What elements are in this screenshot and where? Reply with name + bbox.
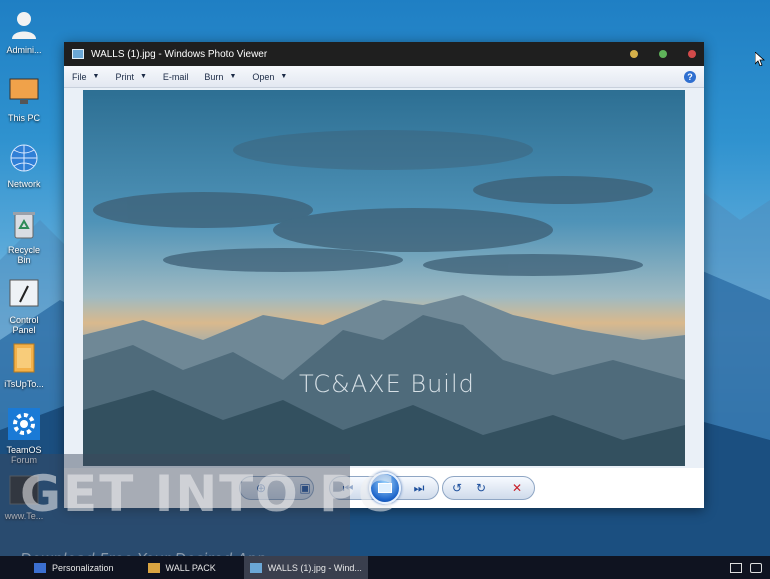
network-tray-icon[interactable] xyxy=(730,562,742,573)
start-button[interactable] xyxy=(0,556,28,579)
photo-viewer-window[interactable]: WALLS (1).jpg - Windows Photo Viewer Fil… xyxy=(64,42,704,508)
menu-email-label: E-mail xyxy=(162,71,189,82)
photo-viewer-icon xyxy=(249,562,262,573)
photo-watermark: TC&AXE Build xyxy=(299,370,475,398)
network-icon xyxy=(10,144,38,172)
folder-icon xyxy=(147,562,160,573)
window-titlebar[interactable]: WALLS (1).jpg - Windows Photo Viewer xyxy=(64,42,704,66)
menu-file[interactable]: File ▼ xyxy=(72,72,99,82)
system-tray xyxy=(730,562,770,573)
displayed-photo: TC&AXE Build xyxy=(83,90,685,466)
desktop-icon-this-pc[interactable]: This PC xyxy=(2,76,46,123)
desktop-icon-itsupto[interactable]: iTsUpTo... xyxy=(2,342,46,389)
rotate-left-icon[interactable]: ↺ xyxy=(448,480,466,496)
next-icon[interactable]: ⏭ xyxy=(410,480,428,496)
close-button[interactable] xyxy=(688,50,696,58)
delete-icon[interactable]: ✕ xyxy=(508,480,526,496)
desktop-icon-recycle-bin[interactable]: Recycle Bin xyxy=(2,208,46,265)
menu-print-label: Print xyxy=(115,71,134,82)
menu-open[interactable]: Open ▼ xyxy=(252,72,287,82)
desktop-icon-label: Recycle Bin xyxy=(7,245,40,265)
menu-burn[interactable]: Burn ▼ xyxy=(204,72,236,82)
rotate-right-icon[interactable]: ↻ xyxy=(472,480,490,496)
volume-icon[interactable] xyxy=(750,562,762,573)
photo-viewer-app-icon xyxy=(72,49,84,59)
chevron-down-icon: ▼ xyxy=(92,73,100,80)
mouse-cursor-icon xyxy=(755,52,765,66)
personalization-icon xyxy=(34,562,46,573)
chevron-down-icon: ▼ xyxy=(139,73,147,80)
taskbar-item-label: WALLS (1).jpg - Wind... xyxy=(267,562,362,573)
taskbar: Personalization WALL PACK WALLS (1).jpg … xyxy=(0,556,770,579)
taskbar-item-photo-viewer[interactable]: WALLS (1).jpg - Wind... xyxy=(243,556,368,579)
watermark-brand: GET INTO PC xyxy=(20,465,397,523)
taskbar-item-label: WALL PACK xyxy=(165,562,216,573)
desktop-icon-control-panel[interactable]: Control Panel xyxy=(2,278,46,335)
gear-icon xyxy=(8,408,40,440)
desktop-icon-label: Network xyxy=(7,179,41,189)
menu-print[interactable]: Print ▼ xyxy=(115,72,146,82)
menu-email[interactable]: E-mail xyxy=(163,72,189,82)
landscape-photo xyxy=(83,90,685,466)
desktop-icon-label: This PC xyxy=(7,113,40,123)
maximize-button[interactable] xyxy=(659,50,667,58)
computer-icon xyxy=(9,78,39,104)
desktop-icon-label: Admini... xyxy=(6,45,42,55)
window-title: WALLS (1).jpg - Windows Photo Viewer xyxy=(91,48,268,60)
recycle-bin-icon xyxy=(13,212,35,239)
desktop-icon-administrator[interactable]: Admini... xyxy=(2,8,46,55)
help-icon[interactable]: ? xyxy=(684,70,696,83)
user-icon xyxy=(12,12,36,39)
control-panel-icon xyxy=(9,279,39,307)
menu-open-label: Open xyxy=(252,71,275,82)
chevron-down-icon: ▼ xyxy=(229,73,237,80)
folder-icon xyxy=(13,343,35,373)
menu-burn-label: Burn xyxy=(204,71,224,82)
taskbar-item-personalization[interactable]: Personalization xyxy=(28,556,120,579)
taskbar-item-label: Personalization xyxy=(52,562,114,573)
chevron-down-icon: ▼ xyxy=(280,73,288,80)
taskbar-item-wall-pack[interactable]: WALL PACK xyxy=(142,556,222,579)
desktop-icon-label: Control Panel xyxy=(9,315,39,335)
menu-bar: File ▼ Print ▼ E-mail Burn ▼ Open ▼ ? xyxy=(64,66,704,88)
image-viewport[interactable]: TC&AXE Build xyxy=(64,88,704,468)
desktop-icon-network[interactable]: Network xyxy=(2,142,46,189)
menu-file-label: File xyxy=(72,71,87,82)
desktop-icon-label: iTsUpTo... xyxy=(4,379,44,389)
minimize-button[interactable] xyxy=(630,50,638,58)
